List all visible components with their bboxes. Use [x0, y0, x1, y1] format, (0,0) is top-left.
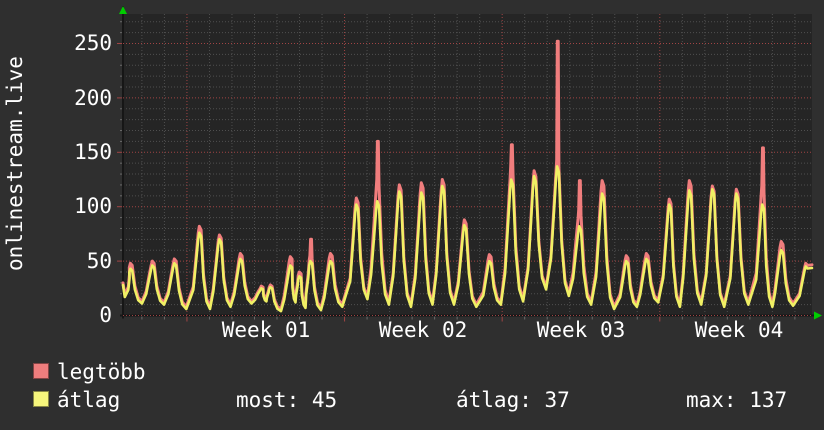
y-tick-50: 50	[86, 249, 112, 273]
y-axis-arrow	[119, 6, 127, 14]
stat-most: most: 45	[236, 388, 338, 412]
y-tick-0: 0	[99, 303, 112, 327]
x-tick-week-02: Week 02	[378, 318, 468, 342]
x-tick-week-03: Week 03	[536, 318, 626, 342]
legend-label-atlag: átlag	[57, 388, 121, 412]
stat-atlag: átlag: 37	[456, 388, 570, 412]
y-tick-200: 200	[74, 86, 112, 110]
legend-label-legtobb: legtöbb	[57, 360, 146, 384]
legend-swatch-atlag	[33, 391, 49, 407]
stat-max: max: 137	[686, 388, 788, 412]
x-tick-week-04: Week 04	[694, 318, 784, 342]
rrd-graph-page: { "title": "onlinestream.live", "colors"…	[0, 0, 824, 430]
y-tick-150: 150	[74, 140, 112, 164]
y-tick-250: 250	[74, 31, 112, 55]
x-tick-week-01: Week 01	[221, 318, 311, 342]
y-tick-100: 100	[74, 194, 112, 218]
legend-swatch-legtobb	[33, 363, 49, 379]
x-axis-arrow	[814, 311, 822, 320]
